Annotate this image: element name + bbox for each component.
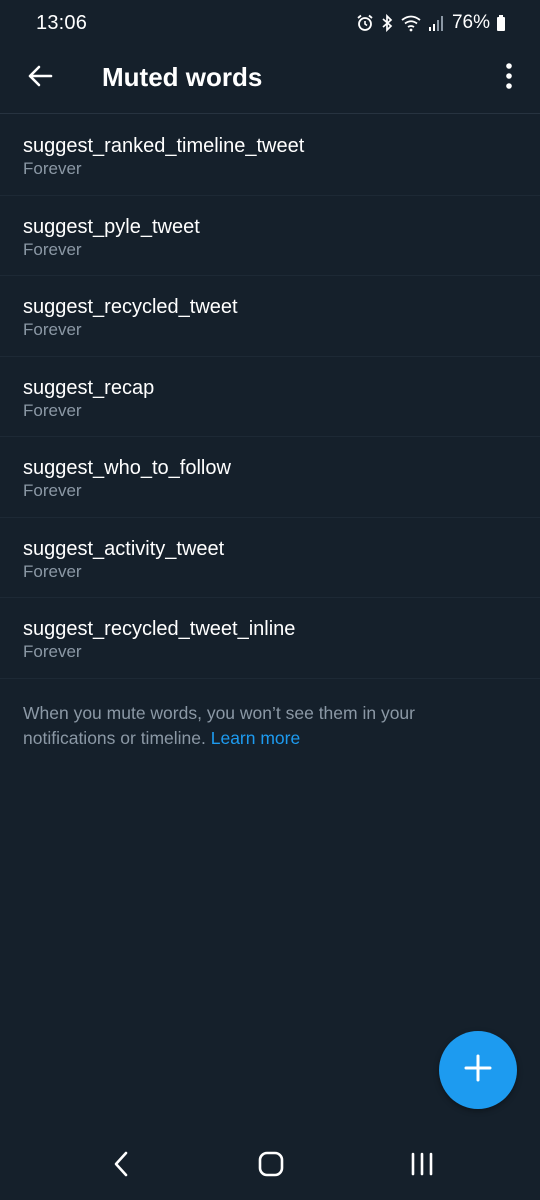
muted-word-text: suggest_recycled_tweet_inline [23,618,296,640]
nav-back-button[interactable] [96,1146,146,1186]
learn-more-link[interactable]: Learn more [211,728,301,748]
nav-back-icon [111,1150,131,1183]
arrow-left-icon [27,64,53,93]
muted-word-text: suggest_recap [23,376,155,399]
bluetooth-icon [380,14,394,32]
muted-word-item[interactable]: suggest_ranked_timeline_tweet Forever [0,115,540,196]
muted-word-duration: Forever [23,159,82,178]
battery-percentage: 76% [451,12,490,33]
muted-word-item[interactable]: suggest_recycled_tweet_inline Forever [0,598,540,679]
muted-word-text: suggest_ranked_timeline_tweet [23,135,305,157]
nav-home-icon [257,1150,285,1183]
status-time: 13:06 [36,11,88,34]
status-bar: 13:06 76% [0,0,540,46]
muted-word-item[interactable]: suggest_recycled_tweet Forever [0,276,540,357]
muted-word-duration: Forever [23,642,82,661]
nav-recents-icon [409,1151,435,1182]
muted-word-item[interactable]: suggest_pyle_tweet Forever [0,196,540,276]
more-options-button[interactable] [496,60,522,96]
muted-word-duration: Forever [23,239,82,259]
muted-word-text: suggest_recycled_tweet [23,296,238,318]
muted-word-item[interactable]: suggest_activity_tweet Forever [0,518,540,598]
wifi-icon [400,14,422,32]
muted-word-duration: Forever [23,481,82,500]
muted-word-duration: Forever [23,561,82,581]
muted-word-item[interactable]: suggest_recap Forever [0,357,540,437]
signal-icon [428,14,444,32]
nav-recents-button[interactable] [397,1146,447,1186]
muted-word-duration: Forever [23,320,82,339]
muted-words-info: When you mute words, you won’t see them … [23,701,503,751]
add-muted-word-button[interactable] [439,1031,517,1109]
status-icons: 76% [356,12,506,34]
back-button[interactable] [22,60,58,96]
page-title: Muted words [102,62,263,92]
muted-word-duration: Forever [23,400,82,420]
system-nav-bar [0,1130,540,1200]
muted-word-text: suggest_pyle_tweet [23,215,200,238]
alarm-icon [356,14,374,32]
battery-icon [496,14,506,32]
more-vertical-icon [505,62,513,95]
nav-home-button[interactable] [246,1146,296,1186]
muted-word-text: suggest_who_to_follow [23,457,231,479]
app-bar: Muted words [0,46,540,114]
muted-word-item[interactable]: suggest_who_to_follow Forever [0,437,540,518]
muted-word-text: suggest_activity_tweet [23,537,225,560]
muted-words-list: suggest_ranked_timeline_tweet Forever su… [0,115,540,679]
plus-icon [463,1053,493,1088]
